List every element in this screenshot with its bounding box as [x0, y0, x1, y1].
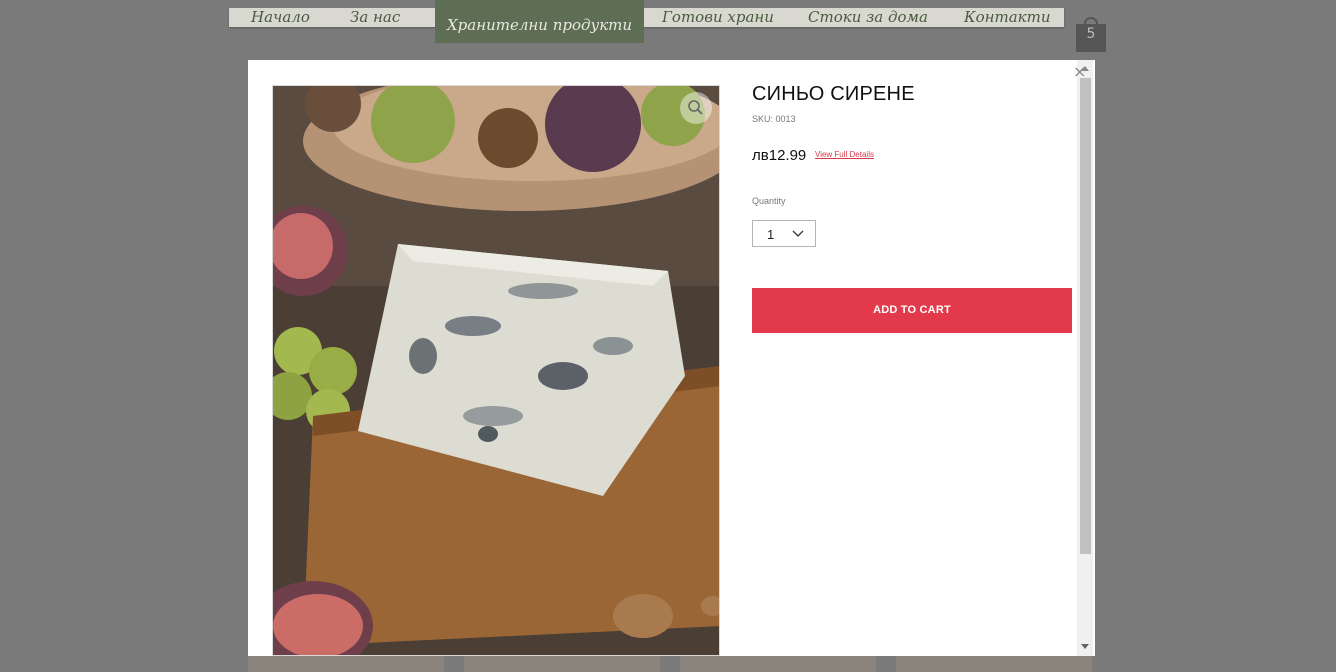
- nav-item-home[interactable]: Начало: [251, 8, 310, 27]
- product-thumbnail[interactable]: [896, 656, 1092, 672]
- product-thumbnail[interactable]: [464, 656, 660, 672]
- scrollbar-thumb[interactable]: [1080, 78, 1091, 554]
- nav-item-about[interactable]: За нас: [350, 8, 400, 27]
- close-icon[interactable]: ×: [1073, 64, 1086, 80]
- scroll-down-arrow[interactable]: [1081, 644, 1089, 649]
- nav-item-contacts[interactable]: Контакти: [964, 8, 1051, 27]
- product-price: лв12.99: [752, 147, 807, 164]
- quantity-value: 1: [767, 227, 775, 242]
- product-image[interactable]: [272, 85, 720, 656]
- blue-cheese-photo: [273, 86, 719, 655]
- product-thumbnail[interactable]: [248, 656, 444, 672]
- product-title: СИНЬО СИРЕНЕ: [752, 83, 915, 105]
- view-full-details-link[interactable]: View Full Details: [815, 150, 874, 159]
- product-sku: SKU: 0013: [752, 114, 796, 124]
- add-to-cart-button[interactable]: ADD TO CART: [752, 288, 1072, 333]
- nav-item-ready-meals[interactable]: Готови храни: [662, 8, 774, 27]
- cart-count-badge: 5: [1086, 26, 1096, 42]
- chevron-down-icon: [792, 230, 804, 237]
- magnifier-icon: [688, 100, 703, 115]
- cart-button[interactable]: 5: [1075, 12, 1107, 52]
- nav-item-food-products[interactable]: Хранителни продукти: [435, 0, 645, 43]
- zoom-button[interactable]: [680, 92, 712, 124]
- quantity-select[interactable]: 1: [752, 220, 816, 247]
- quantity-label: Quantity: [752, 196, 786, 206]
- product-thumbnail[interactable]: [680, 656, 876, 672]
- nav-item-home-goods[interactable]: Стоки за дома: [808, 8, 928, 27]
- main-navigation: Начало За нас Хранителни продукти Готови…: [229, 0, 1064, 43]
